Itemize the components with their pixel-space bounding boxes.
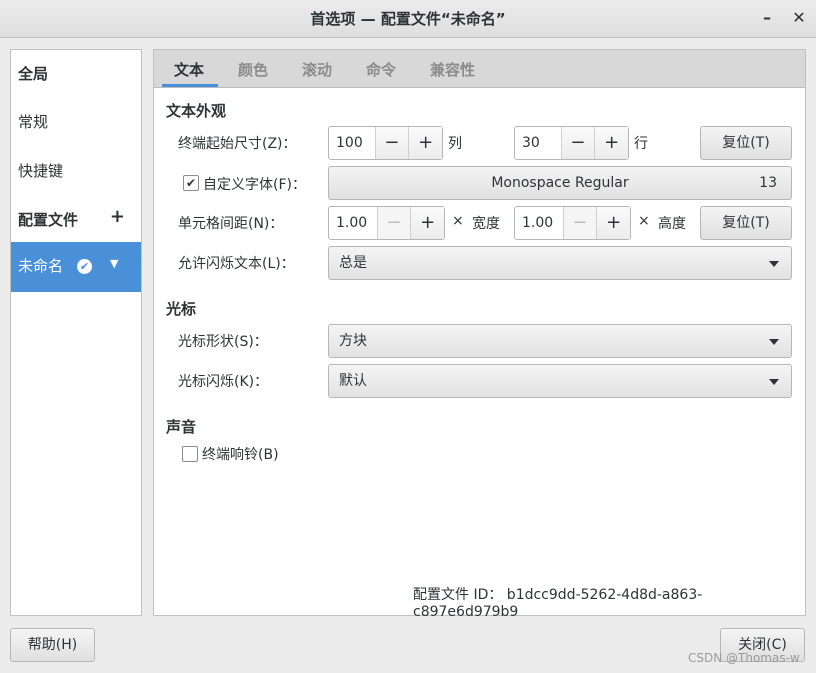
tab-text[interactable]: 文本 — [174, 59, 204, 80]
help-button[interactable]: 帮助(H) — [10, 628, 95, 662]
window-title: 首选项 — 配置文件“未命名” — [310, 10, 506, 28]
cell-width-increment-button[interactable]: + — [410, 207, 444, 239]
sidebar-item-label: 常规 — [18, 113, 49, 131]
columns-increment-button[interactable]: + — [408, 127, 442, 159]
chevron-down-icon — [769, 339, 779, 345]
close-window-button[interactable]: ✕ — [789, 8, 809, 28]
sidebar-item-label: 未命名 — [18, 257, 64, 275]
terminal-bell-checkbox[interactable] — [182, 446, 198, 462]
cell-width-unit: 宽度 — [472, 216, 500, 232]
font-name: Monospace Regular — [491, 175, 629, 191]
sidebar-item-label: 全局 — [18, 65, 49, 83]
tab-compatibility[interactable]: 兼容性 — [430, 59, 475, 80]
columns-decrement-button[interactable]: − — [374, 127, 409, 159]
cell-height-increment-button[interactable]: + — [596, 207, 630, 239]
chevron-down-icon — [769, 261, 779, 267]
profile-id-text: 配置文件 ID： b1dcc9dd-5262-4d8d-a863-c897e6d… — [413, 587, 703, 620]
columns-spinner[interactable]: 100 − + — [328, 126, 443, 160]
cursor-shape-label: 光标形状(S)： — [178, 334, 268, 350]
cell-spacing-label: 单元格间距(N)： — [178, 216, 284, 232]
profile-menu-chevron-down-icon[interactable]: ▼ — [110, 257, 118, 270]
blink-text-select[interactable]: 总是 — [328, 246, 792, 280]
initial-size-label: 终端起始尺寸(Z)： — [178, 136, 297, 152]
tab-command[interactable]: 命令 — [366, 59, 396, 80]
blink-text-label: 允许闪烁文本(L)： — [178, 256, 295, 272]
cell-height-multiply-icon: × — [638, 213, 650, 229]
sidebar-item-general[interactable]: 常规 — [11, 98, 141, 144]
columns-value[interactable]: 100 — [329, 127, 375, 159]
columns-unit: 列 — [448, 136, 462, 152]
cursor-blink-select[interactable]: 默认 — [328, 364, 792, 398]
font-chooser-button[interactable]: Monospace Regular 13 — [328, 166, 792, 200]
title-bar: 首选项 — 配置文件“未命名” – ✕ — [0, 0, 816, 38]
profile-settings-panel: 文本 颜色 滚动 命令 兼容性 文本外观 终端起始尺寸(Z)： 100 − + … — [153, 49, 806, 620]
terminal-bell-label: 终端响铃(B) — [202, 447, 279, 463]
cursor-blink-value: 默认 — [339, 373, 367, 389]
sidebar-item-label: 配置文件 — [18, 211, 79, 229]
minimize-button[interactable]: – — [757, 8, 777, 28]
rows-decrement-button[interactable]: − — [560, 127, 595, 159]
cell-height-decrement-button[interactable]: − — [562, 207, 597, 239]
tab-bar: 文本 颜色 滚动 命令 兼容性 — [154, 50, 805, 88]
default-profile-check-icon: ✔ — [77, 259, 92, 274]
reset-spacing-button[interactable]: 复位(T) — [700, 206, 792, 240]
rows-value[interactable]: 30 — [515, 127, 561, 159]
cell-height-value[interactable]: 1.00 — [515, 207, 563, 239]
section-text-appearance: 文本外观 — [166, 102, 227, 120]
tab-colors[interactable]: 颜色 — [238, 59, 268, 80]
cursor-blink-label: 光标闪烁(K)： — [178, 374, 269, 390]
cell-width-spinner[interactable]: 1.00 − + — [328, 206, 445, 240]
cell-height-spinner[interactable]: 1.00 − + — [514, 206, 631, 240]
cursor-shape-select[interactable]: 方块 — [328, 324, 792, 358]
sidebar-item-profile-unnamed[interactable]: 未命名 ✔ ▼ — [11, 242, 141, 292]
sidebar: 全局 常规 快捷键 配置文件 + 未命名 ✔ ▼ — [10, 49, 142, 616]
sidebar-item-profiles: 配置文件 + — [11, 196, 141, 242]
sidebar-item-label: 快捷键 — [18, 162, 64, 180]
rows-unit: 行 — [634, 136, 648, 152]
active-tab-indicator — [162, 84, 218, 87]
chevron-down-icon — [769, 379, 779, 385]
watermark: CSDN @Thomas-w — [688, 651, 800, 665]
custom-font-checkbox[interactable]: ✔ — [183, 175, 199, 191]
rows-increment-button[interactable]: + — [594, 127, 628, 159]
blink-text-value: 总是 — [339, 255, 367, 271]
cursor-shape-value: 方块 — [339, 333, 367, 349]
reset-size-button[interactable]: 复位(T) — [700, 126, 792, 160]
add-profile-button[interactable]: + — [110, 206, 125, 227]
tab-scrolling[interactable]: 滚动 — [302, 59, 332, 80]
section-cursor: 光标 — [166, 300, 197, 318]
cell-width-value[interactable]: 1.00 — [329, 207, 377, 239]
sidebar-item-shortcuts[interactable]: 快捷键 — [11, 147, 141, 193]
cell-width-decrement-button[interactable]: − — [376, 207, 411, 239]
custom-font-label: 自定义字体(F)： — [203, 177, 306, 193]
section-sound: 声音 — [166, 418, 197, 436]
rows-spinner[interactable]: 30 − + — [514, 126, 629, 160]
font-size: 13 — [759, 175, 777, 191]
cell-width-multiply-icon: × — [452, 213, 464, 229]
cell-height-unit: 高度 — [658, 216, 686, 232]
sidebar-item-global[interactable]: 全局 — [11, 50, 141, 96]
